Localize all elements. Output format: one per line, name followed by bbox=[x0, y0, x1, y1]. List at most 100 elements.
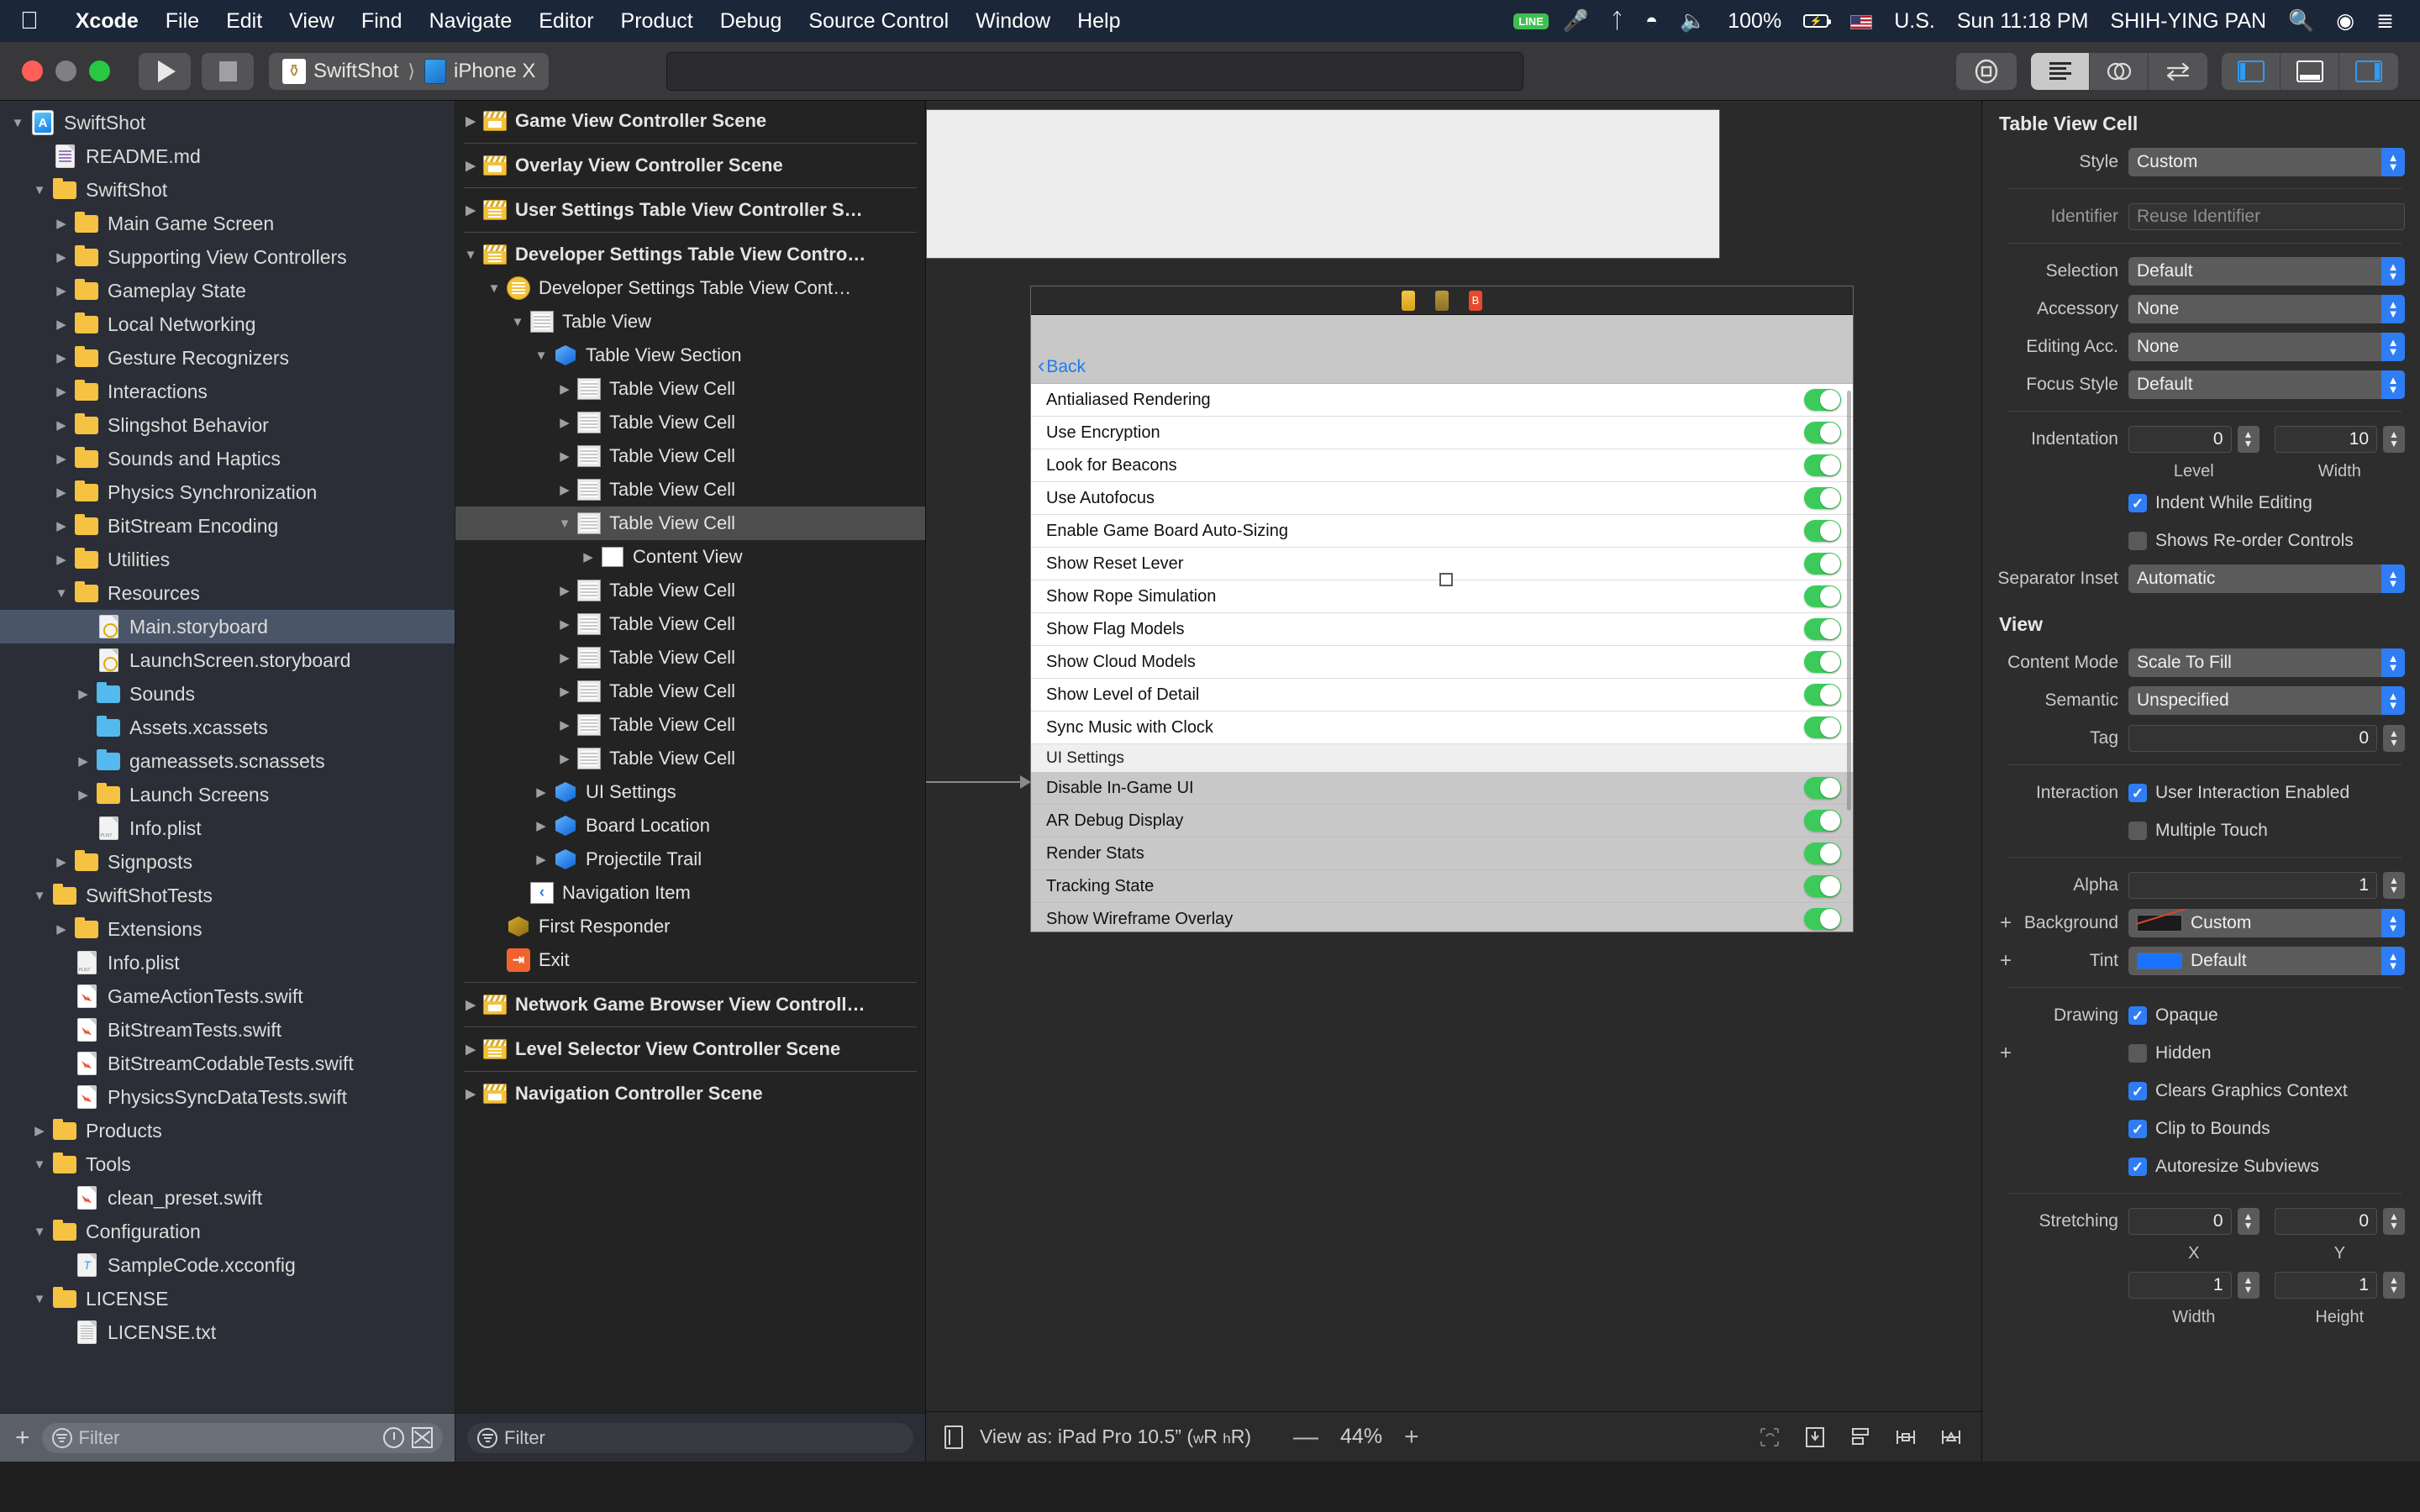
disclosure-triangle-icon[interactable]: ▼ bbox=[29, 1158, 50, 1172]
clip-to-bounds-checkbox[interactable]: Clip to Bounds bbox=[2128, 1115, 2270, 1143]
disclosure-triangle-icon[interactable]: ▶ bbox=[460, 202, 481, 218]
clock[interactable]: Sun 11:18 PM bbox=[1946, 9, 2100, 34]
settings-row[interactable]: Show Flag Models bbox=[1031, 613, 1853, 646]
battery-icon[interactable]: ⚡ bbox=[1792, 14, 1839, 28]
standard-editor-button[interactable] bbox=[2031, 52, 2090, 90]
outline-row[interactable]: ▶ Overlay View Controller Scene bbox=[455, 149, 925, 182]
disclosure-triangle-icon[interactable]: ▼ bbox=[50, 586, 72, 601]
outline-row[interactable]: ▼ Developer Settings Table View Contro… bbox=[455, 238, 925, 271]
navigator-row[interactable]: README.md bbox=[0, 139, 455, 173]
siri-icon[interactable]: ◉ bbox=[2325, 8, 2365, 34]
settings-row[interactable]: Show Level of Detail bbox=[1031, 679, 1853, 711]
disclosure-triangle-icon[interactable]: ▶ bbox=[531, 818, 551, 833]
settings-row[interactable]: Show Wireframe Overlay bbox=[1031, 903, 1853, 932]
navigator-row[interactable]: ▼ Resources bbox=[0, 576, 455, 610]
navigator-row[interactable]: ▶ BitStream Encoding bbox=[0, 509, 455, 543]
outline-row[interactable]: ▶ UI Settings bbox=[455, 775, 925, 809]
outline-row[interactable]: ▶ Network Game Browser View Controll… bbox=[455, 988, 925, 1021]
navigator-row[interactable]: ▶ Gameplay State bbox=[0, 274, 455, 307]
editing-accessory-popup[interactable]: None ▲ ▼ bbox=[2128, 333, 2405, 361]
table-scrollbar[interactable] bbox=[1847, 391, 1851, 811]
stretch-height-input[interactable]: 1 bbox=[2274, 1272, 2377, 1299]
indentation-level-input[interactable]: 0 bbox=[2128, 426, 2232, 453]
stretch-y-input[interactable]: 0 bbox=[2274, 1208, 2377, 1235]
disclosure-triangle-icon[interactable]: ▼ bbox=[484, 281, 504, 296]
navigator-row[interactable]: ▼ SwiftShot bbox=[0, 106, 455, 139]
control-center-icon[interactable]: ≣ bbox=[2365, 8, 2405, 34]
navigator-row[interactable]: SampleCode.xcconfig bbox=[0, 1248, 455, 1282]
stretch-y-stepper[interactable]: ▲ ▼ bbox=[2383, 1208, 2405, 1235]
navigator-row[interactable]: ▶ Physics Synchronization bbox=[0, 475, 455, 509]
menu-item-window[interactable]: Window bbox=[962, 9, 1064, 34]
multiple-touch-checkbox[interactable]: Multiple Touch bbox=[2128, 816, 2268, 845]
outline-row[interactable]: ▶ User Settings Table View Controller S… bbox=[455, 193, 925, 227]
menu-item-xcode[interactable]: Xcode bbox=[62, 9, 152, 34]
outline-filter-input[interactable]: Filter bbox=[467, 1422, 913, 1453]
navigator-row[interactable]: ▶ Interactions bbox=[0, 375, 455, 408]
settings-row[interactable]: Look for Beacons bbox=[1031, 449, 1853, 482]
menu-item-view[interactable]: View bbox=[276, 9, 348, 34]
outline-tree[interactable]: ▶ Game View Controller Scene ▶ Overlay View… bbox=[455, 101, 925, 1413]
add-constraints-icon[interactable] bbox=[1894, 1425, 1918, 1449]
indentation-width-stepper[interactable]: ▲ ▼ bbox=[2383, 426, 2405, 453]
disclosure-triangle-icon[interactable]: ▶ bbox=[50, 552, 72, 567]
settings-row-switch[interactable] bbox=[1804, 810, 1841, 832]
settings-row-switch[interactable] bbox=[1804, 777, 1841, 799]
run-button[interactable] bbox=[139, 52, 191, 90]
zoom-out-button[interactable]: — bbox=[1293, 1423, 1318, 1452]
settings-row[interactable]: Antialiased Rendering bbox=[1031, 384, 1853, 417]
menu-item-editor[interactable]: Editor bbox=[525, 9, 607, 34]
project-tree[interactable]: ▼ SwiftShot README.md ▼ SwiftShot ▶ Main Game … bbox=[0, 101, 455, 1413]
settings-row-switch[interactable] bbox=[1804, 908, 1841, 930]
disclosure-triangle-icon[interactable]: ▶ bbox=[50, 216, 72, 231]
settings-row[interactable]: Enable Game Board Auto-Sizing bbox=[1031, 515, 1853, 548]
outline-row[interactable]: ▶ Navigation Controller Scene bbox=[455, 1077, 925, 1110]
microphone-icon[interactable]: 🎤 bbox=[1552, 9, 1600, 34]
settings-row-switch[interactable] bbox=[1804, 454, 1841, 476]
settings-row[interactable]: Use Encryption bbox=[1031, 417, 1853, 449]
disclosure-triangle-icon[interactable]: ▶ bbox=[50, 485, 72, 500]
selection-popup[interactable]: Default ▲ ▼ bbox=[2128, 257, 2405, 286]
exit-dock-icon[interactable] bbox=[1469, 290, 1482, 311]
add-file-button[interactable]: + bbox=[12, 1425, 34, 1451]
disclosure-triangle-icon[interactable]: ▶ bbox=[555, 381, 575, 396]
update-frames-icon[interactable] bbox=[1758, 1425, 1781, 1449]
outline-row[interactable]: ▶ Table View Cell bbox=[455, 742, 925, 775]
disclosure-triangle-icon[interactable]: ▼ bbox=[555, 517, 575, 531]
disclosure-triangle-icon[interactable]: ▶ bbox=[50, 921, 72, 937]
outline-row[interactable]: ▶ Table View Cell bbox=[455, 372, 925, 406]
outline-row[interactable]: ▶ Table View Cell bbox=[455, 574, 925, 607]
document-outline-toggle-icon[interactable] bbox=[944, 1425, 963, 1449]
bluetooth-icon[interactable]: ᛏ bbox=[1600, 9, 1634, 34]
outline-row[interactable]: ▶ Game View Controller Scene bbox=[455, 104, 925, 138]
identifier-input[interactable]: Reuse Identifier bbox=[2128, 203, 2405, 230]
device-screen[interactable]: ‹ Back Antialiased Rendering Use Encrypti… bbox=[1031, 315, 1853, 932]
disclosure-triangle-icon[interactable]: ▶ bbox=[555, 449, 575, 464]
settings-row-switch[interactable] bbox=[1804, 487, 1841, 509]
line-app-icon[interactable]: LINE bbox=[1513, 13, 1549, 29]
settings-row-switch[interactable] bbox=[1804, 520, 1841, 542]
settings-row[interactable]: Use Autofocus bbox=[1031, 482, 1853, 515]
outline-row[interactable]: ▶ Table View Cell bbox=[455, 439, 925, 473]
align-icon[interactable] bbox=[1849, 1425, 1872, 1449]
navigator-row[interactable]: LICENSE.txt bbox=[0, 1315, 455, 1349]
settings-row-switch[interactable] bbox=[1804, 684, 1841, 706]
source-control-filter-icon[interactable] bbox=[412, 1427, 433, 1448]
menu-item-debug[interactable]: Debug bbox=[707, 9, 796, 34]
settings-row[interactable]: Disable In-Game UI bbox=[1031, 772, 1853, 805]
separator-inset-popup[interactable]: Automatic ▲ ▼ bbox=[2128, 564, 2405, 593]
settings-row-switch[interactable] bbox=[1804, 585, 1841, 607]
disclosure-triangle-icon[interactable]: ▼ bbox=[29, 889, 50, 903]
disclosure-triangle-icon[interactable]: ▶ bbox=[72, 787, 94, 802]
zoom-button[interactable] bbox=[89, 60, 110, 81]
settings-row[interactable]: Show Cloud Models bbox=[1031, 646, 1853, 679]
volume-icon[interactable]: 🔈 bbox=[1669, 9, 1717, 34]
navigator-row[interactable]: ▶ gameassets.scnassets bbox=[0, 744, 455, 778]
hidden-add-variation-button[interactable]: + bbox=[1997, 1042, 2014, 1065]
partial-scene-preview[interactable] bbox=[926, 109, 1720, 259]
disclosure-triangle-icon[interactable]: ▼ bbox=[7, 116, 29, 130]
clears-graphics-checkbox[interactable]: Clears Graphics Context bbox=[2128, 1077, 2348, 1105]
outline-row[interactable]: ▶ Table View Cell bbox=[455, 406, 925, 439]
navigator-row[interactable]: ▶ Launch Screens bbox=[0, 778, 455, 811]
autoresize-subviews-checkbox[interactable]: Autoresize Subviews bbox=[2128, 1152, 2319, 1181]
